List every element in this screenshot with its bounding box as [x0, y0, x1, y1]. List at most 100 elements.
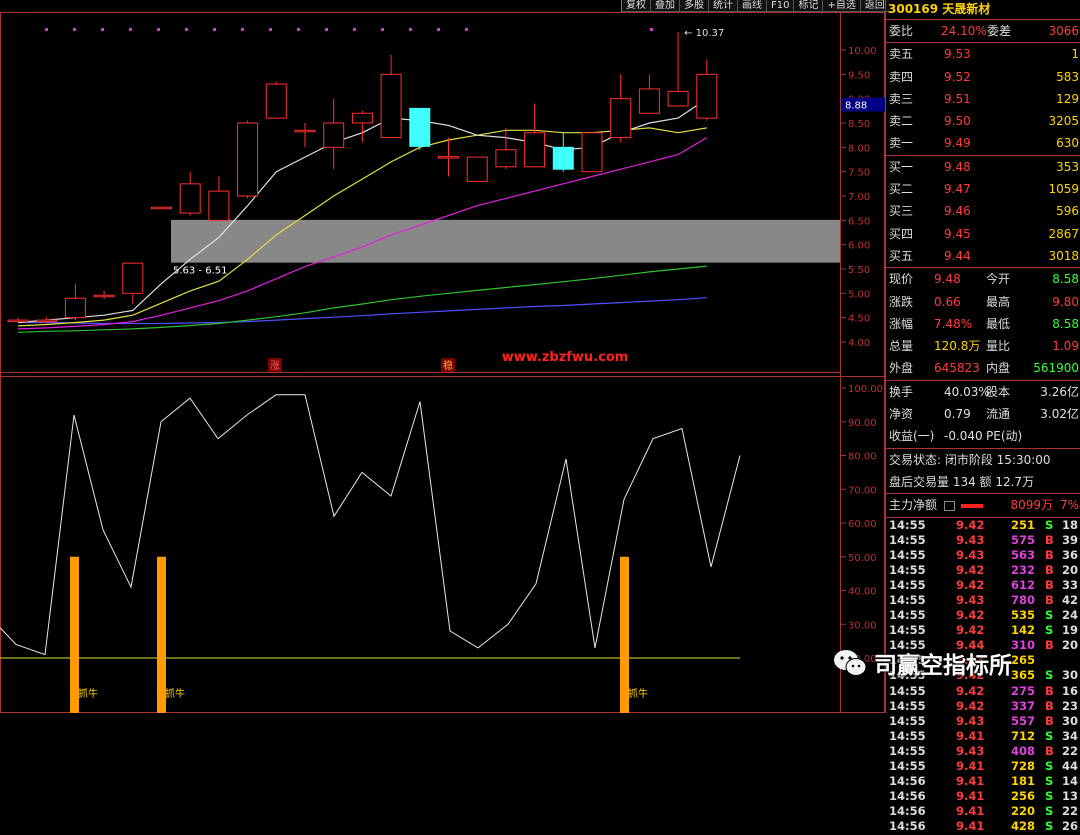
stat-row: 收益(一) -0.040 PE(动) [886, 425, 1080, 447]
tick-count: 39 [1062, 532, 1079, 547]
candle-body [610, 98, 632, 139]
stat-value-2: 8.58 [1052, 316, 1079, 331]
signal-dot [297, 28, 300, 31]
stat-row: 涨跌 0.66 最高 9.80 [886, 291, 1080, 313]
price-marker: 8.88 [845, 101, 867, 112]
quote-stats-2: 换手 40.03% 股本 3.26亿 净资 0.79 流通 3.02亿 收益(一) -0.040 P… [886, 379, 1080, 448]
peak-label: ← 10.37 [684, 28, 724, 39]
candle-body [380, 73, 402, 139]
tick-time: 14:55 [889, 728, 926, 743]
tick-row: 14:55 9.42 275 B 16 [886, 684, 1080, 699]
signal-dot [101, 28, 104, 31]
tick-volume: 408 [1011, 743, 1036, 758]
candle-body [696, 73, 718, 119]
chart-area[interactable]: 10.009.509.008.508.007.507.006.506.005.5… [0, 0, 885, 713]
toolbar-button-2[interactable]: 多股 [679, 0, 708, 12]
sell-label: 卖五 [889, 47, 914, 62]
tick-row: 14:55 9.43 557 B 30 [886, 714, 1080, 729]
stat-label: 收益(一) [889, 429, 935, 444]
sell-price: 9.52 [944, 69, 971, 84]
tick-volume: 612 [1011, 577, 1036, 592]
tick-direction: B [1045, 743, 1054, 758]
toolbar-button-6[interactable]: 标记 [793, 0, 823, 12]
tick-row: 14:56 9.41 428 S 26 [886, 819, 1080, 834]
candle-body [179, 183, 201, 214]
tick-direction: S [1045, 517, 1054, 532]
order-book: 卖五 9.53 1 卖四 9.52 583 卖三 9.51 129 卖二 9.50 3205 卖一 9.4… [886, 42, 1080, 267]
tick-direction: B [1045, 577, 1054, 592]
stat-label-2: 最低 [986, 316, 1011, 331]
main-net-pct: 7% [1059, 498, 1079, 513]
tick-price: 9.41 [956, 759, 985, 774]
signal-dot [437, 28, 440, 31]
price-axis-label: 6.00 [848, 241, 870, 252]
sell-volume: 1 [1071, 47, 1079, 62]
stat-row: 换手 40.03% 股本 3.26亿 [886, 381, 1080, 403]
candle-body [438, 156, 459, 159]
stat-label: 现价 [889, 272, 914, 287]
price-axis-label: 6.50 [848, 216, 870, 227]
candle-body [151, 206, 172, 210]
marker-wen: 稳 [443, 359, 453, 372]
buy-price: 9.47 [944, 182, 971, 197]
signal-dot [409, 28, 412, 31]
main-net-row: 主力净额 8099万 7% [886, 493, 1080, 516]
tick-count: 36 [1062, 547, 1079, 562]
tick-price: 9.41 [956, 789, 985, 804]
signal-dot [45, 28, 48, 31]
tick-count: 24 [1062, 608, 1079, 623]
tick-volume: 535 [1011, 608, 1036, 623]
stock-header: 300169 天晟新材 [886, 0, 1080, 20]
tick-count: 20 [1062, 562, 1079, 577]
sell-price: 9.51 [944, 91, 971, 106]
tick-row: 14:55 9.43 575 B 39 [886, 533, 1080, 548]
signal-dot [213, 28, 216, 31]
tick-price: 9.43 [956, 532, 985, 547]
buy-row: 买三 9.46 596 [886, 200, 1080, 222]
tick-volume: 181 [1011, 774, 1036, 789]
toolbar-button-7[interactable]: +自选 [822, 0, 860, 12]
sell-row: 卖二 9.50 3205 [886, 110, 1080, 132]
expand-icon[interactable] [944, 501, 955, 512]
indicator-axis-label: 50.00 [848, 553, 877, 564]
price-axis-label: 5.00 [848, 289, 870, 300]
stat-label-2: 流通 [986, 407, 1011, 422]
buy-label: 买二 [889, 182, 914, 197]
tick-direction: S [1045, 608, 1054, 623]
toolbar-button-1[interactable]: 叠加 [650, 0, 679, 12]
tick-time: 14:55 [889, 743, 926, 758]
toolbar-button-5[interactable]: F10 [766, 0, 794, 12]
buy-volume: 596 [1056, 204, 1079, 219]
sell-price: 9.49 [944, 136, 971, 151]
tick-volume: 780 [1011, 593, 1036, 607]
indicator-axis-label: 80.00 [848, 452, 877, 463]
tick-volume: 428 [1011, 819, 1036, 834]
tick-volume: 220 [1011, 804, 1036, 819]
tick-direction: B [1045, 713, 1054, 728]
stat-value: 0.79 [944, 407, 971, 422]
tick-count: 33 [1062, 577, 1079, 592]
tick-time: 14:55 [889, 623, 926, 638]
tick-row: 14:56 9.41 220 S 22 [886, 804, 1080, 819]
price-axis-label: 4.50 [848, 314, 870, 325]
sell-volume: 3205 [1048, 114, 1079, 129]
toolbar-button-3[interactable]: 统计 [708, 0, 737, 12]
price-axis-label: 10.00 [848, 46, 877, 57]
buy-row: 买二 9.47 1059 [886, 178, 1080, 200]
signal-dot [269, 28, 272, 31]
sell-row: 卖一 9.49 630 [886, 132, 1080, 154]
tick-row: 14:55 9.43 563 B 36 [886, 548, 1080, 563]
tick-row: 14:55 9.42 535 S 24 [886, 608, 1080, 623]
tick-time: 14:55 [889, 698, 926, 713]
stat-value-2: 8.58 [1052, 272, 1079, 287]
sell-volume: 129 [1056, 91, 1079, 106]
stat-label: 涨跌 [889, 294, 914, 309]
tick-time: 14:55 [889, 593, 926, 607]
toolbar-button-4[interactable]: 画线 [737, 0, 766, 12]
toolbar-button-0[interactable]: 复权 [621, 0, 650, 12]
tick-time: 14:55 [889, 608, 926, 623]
price-axis-label: 8.50 [848, 119, 870, 130]
tick-price: 9.41 [956, 804, 985, 819]
watermark-text: 司赢空指标所 [874, 653, 1012, 679]
tick-volume: 337 [1011, 698, 1036, 713]
